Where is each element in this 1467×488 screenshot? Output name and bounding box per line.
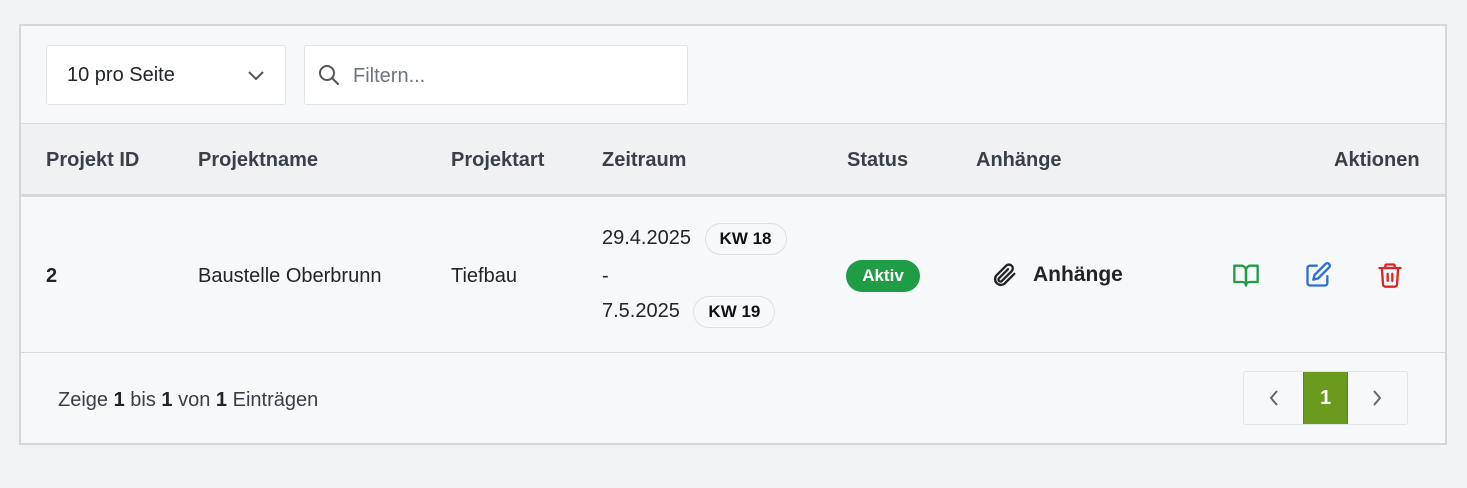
start-week-badge: KW 18	[704, 223, 787, 255]
next-page-button[interactable]	[1348, 372, 1407, 424]
header-project-id[interactable]: Projekt ID	[46, 149, 139, 172]
per-page-value: 10 pro Seite	[67, 63, 175, 86]
info-prefix: Zeige	[58, 389, 109, 411]
attachments-label: Anhänge	[1033, 263, 1123, 286]
period-start: 29.4.2025 KW 18	[602, 223, 787, 255]
paperclip-icon	[993, 263, 1016, 287]
info-to: 1	[161, 389, 173, 411]
per-page-select[interactable]: 10 pro Seite	[46, 45, 286, 105]
info-suffix: Einträgen	[232, 389, 319, 411]
page-button-current[interactable]: 1	[1303, 372, 1348, 424]
view-book-icon[interactable]	[1232, 261, 1260, 289]
project-type: Tiefbau	[451, 265, 517, 287]
status-badge: Aktiv	[846, 260, 920, 292]
chevron-right-icon	[1373, 390, 1382, 406]
table-footer: Zeige 1 bis 1 von 1 Einträgen 1	[21, 353, 1445, 443]
info-mid1: bis	[130, 389, 156, 411]
start-date: 29.4.2025	[602, 227, 691, 249]
chevron-down-icon	[248, 71, 264, 81]
table-header: Projekt ID Projektname Projektart Zeitra…	[21, 124, 1445, 197]
filter-input[interactable]	[353, 60, 673, 92]
table-toolbar: 10 pro Seite	[21, 26, 1445, 124]
header-actions: Aktionen	[1334, 149, 1420, 171]
end-date: 7.5.2025	[602, 300, 680, 322]
header-period[interactable]: Zeitraum	[602, 149, 686, 172]
header-attachments[interactable]: Anhänge	[976, 149, 1062, 172]
header-project-name[interactable]: Projektname	[198, 149, 318, 172]
delete-trash-icon[interactable]	[1376, 261, 1404, 289]
edit-icon[interactable]	[1304, 261, 1332, 289]
project-id: 2	[46, 265, 58, 287]
period-end: 7.5.2025 KW 19	[602, 296, 776, 328]
projects-table-card: 10 pro Seite Projekt ID Projektname Proj…	[19, 24, 1447, 445]
period-separator: -	[602, 265, 609, 287]
attachments-link[interactable]: Anhänge	[991, 261, 1123, 289]
pagination: 1	[1243, 371, 1408, 425]
header-project-type[interactable]: Projektart	[451, 149, 544, 172]
info-from: 1	[113, 389, 125, 411]
prev-page-button[interactable]	[1244, 372, 1303, 424]
filter-field[interactable]	[304, 45, 688, 105]
end-week-badge: KW 19	[693, 296, 776, 328]
chevron-left-icon	[1269, 390, 1278, 406]
info-total: 1	[215, 389, 228, 411]
header-status[interactable]: Status	[847, 149, 908, 172]
entries-info: Zeige 1 bis 1 von 1 Einträgen	[58, 389, 318, 412]
search-icon	[319, 65, 339, 85]
info-mid2: von	[178, 389, 211, 411]
table-row: 2 Baustelle Oberbrunn Tiefbau 29.4.2025 …	[21, 197, 1445, 353]
project-name: Baustelle Oberbrunn	[198, 265, 382, 287]
